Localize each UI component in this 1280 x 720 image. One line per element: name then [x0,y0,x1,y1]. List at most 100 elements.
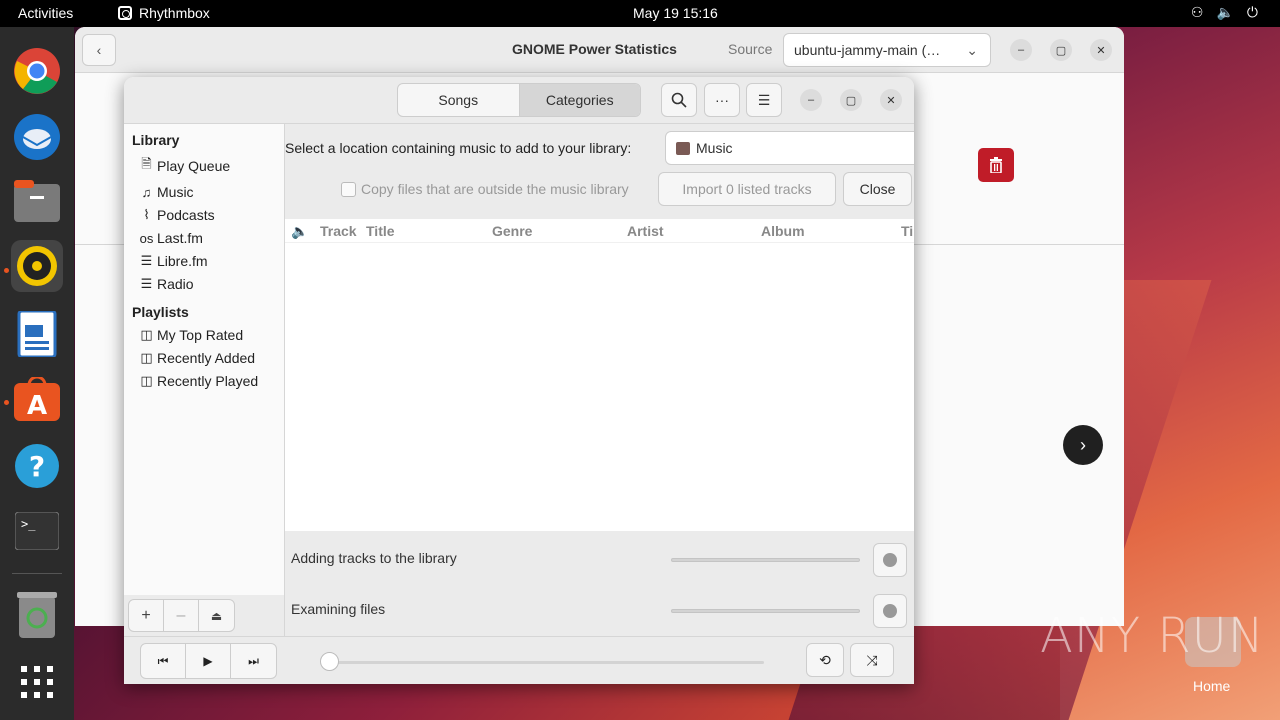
shuffle-icon: ⤨ [866,651,878,668]
column-track[interactable]: Track [320,223,357,239]
column-title[interactable]: Title [366,223,395,239]
maximize-icon: ▢ [845,94,857,107]
repeat-button[interactable]: ⟲ [806,643,844,677]
column-time[interactable]: Ti [901,223,913,239]
svg-text:?: ? [29,450,45,483]
trash-icon[interactable] [11,589,63,641]
sidebar-item-recently-added[interactable]: ◫ Recently Added [139,350,284,366]
source-value: ubuntu-jammy-main (… [794,42,941,58]
lastfm-icon: os [139,230,154,246]
column-artist[interactable]: Artist [627,223,664,239]
import-panel: Select a location containing music to ad… [285,124,914,636]
remove-button[interactable]: – [164,600,199,631]
close-icon: ✕ [1096,44,1106,57]
activities-button[interactable]: Activities [18,5,73,21]
location-label: Select a location containing music to ad… [285,140,632,156]
help-icon[interactable]: ? [11,440,63,492]
transport-controls: ⏮ ▶ ⏭ [140,643,277,679]
add-playlist-button[interactable]: + [129,600,164,631]
app-name: Rhythmbox [139,5,210,21]
playback-toolbar: ⏮ ▶ ⏭ ⟲ ⤨ [124,636,914,684]
maximize-icon: ▢ [1055,44,1067,57]
next-page-button[interactable]: › [1063,425,1103,465]
sidebar-item-radio[interactable]: ☰ Radio [139,276,284,292]
queue-icon: 🗎 [141,156,152,171]
play-icon: ▶ [203,654,213,668]
progress-bar [671,609,860,613]
playlists-heading: Playlists [132,304,189,320]
dock-separator [12,573,62,574]
sidebar-item-play-queue[interactable]: 🗎 Play Queue [139,155,284,177]
column-album[interactable]: Album [761,223,805,239]
previous-button[interactable]: ⏮ [141,644,186,678]
sidebar-item-recently-played[interactable]: ◫ Recently Played [139,373,284,389]
close-import-button[interactable]: Close [843,172,912,206]
next-button[interactable]: ⏭ [231,644,276,678]
more-button[interactable]: ··· [704,83,740,117]
clock[interactable]: May 19 15:16 [633,5,718,21]
play-button[interactable]: ▶ [186,644,231,678]
sidebar-item-label: Recently Played [157,373,259,389]
minimize-button[interactable]: – [1010,39,1032,61]
sidebar-item-label: Podcasts [157,207,215,223]
terminal-icon[interactable]: >_ [11,505,63,557]
plus-icon: + [141,606,151,624]
back-button[interactable]: ‹ [82,34,116,66]
sidebar-item-label: Last.fm [157,230,203,246]
home-label[interactable]: Home [1193,678,1230,694]
track-list[interactable]: 🔈 Track Title Genre Artist Album Ti [285,219,914,531]
tab-categories[interactable]: Categories [518,84,640,116]
sidebar-item-label: Libre.fm [157,253,208,269]
progress-row-adding: Adding tracks to the library [285,531,914,589]
tab-songs[interactable]: Songs [398,84,519,116]
smart-playlist-icon: ◫ [140,350,153,365]
app-grid-icon[interactable] [11,656,63,708]
track-list-header: 🔈 Track Title Genre Artist Album Ti [285,219,914,243]
minus-icon: – [176,606,186,624]
stop-button[interactable] [873,543,907,577]
stop-button[interactable] [873,594,907,628]
smart-playlist-icon: ◫ [140,327,153,342]
sidebar-item-lastfm[interactable]: os Last.fm [139,230,284,246]
speaker-icon: 🔈 [291,223,309,239]
delete-button[interactable] [978,148,1014,182]
maximize-button[interactable]: ▢ [840,89,862,111]
sidebar-item-label: My Top Rated [157,327,244,343]
rss-icon: ⌇ [143,207,150,222]
close-button[interactable]: ✕ [880,89,902,111]
rhythmbox-icon[interactable] [11,240,63,292]
sidebar-item-music[interactable]: ♫ Music [139,184,284,200]
ellipsis-icon: ··· [715,92,729,108]
maximize-button[interactable]: ▢ [1050,39,1072,61]
close-button[interactable]: ✕ [1090,39,1112,61]
search-button[interactable] [661,83,697,117]
minimize-button[interactable]: – [800,89,822,111]
seek-handle[interactable] [320,652,339,671]
sidebar-item-my-top-rated[interactable]: ◫ My Top Rated [139,327,284,343]
eject-icon: ⏏ [210,608,223,623]
running-indicator [4,268,9,273]
sidebar-item-podcasts[interactable]: ⌇ Podcasts [139,207,284,223]
app-center-icon[interactable]: A [11,373,63,425]
sidebar-item-librefm[interactable]: ☰ Libre.fm [139,253,284,269]
progress-bar [671,558,860,562]
location-chooser[interactable]: Music [665,131,914,165]
source-label: Source [728,41,773,57]
system-tray[interactable]: ⚇ 🔈 ⏻ [1191,4,1258,21]
copy-files-checkbox[interactable]: Copy files that are outside the music li… [341,181,629,197]
files-icon[interactable] [11,175,63,227]
thunderbird-icon[interactable] [11,110,63,162]
import-button[interactable]: Import 0 listed tracks [658,172,836,206]
writer-icon[interactable] [11,308,63,360]
seek-bar[interactable] [330,661,764,664]
eject-button[interactable]: ⏏ [199,600,234,631]
column-genre[interactable]: Genre [492,223,532,239]
source-dropdown[interactable]: ubuntu-jammy-main (… ⌄ [783,33,991,67]
checkbox-box[interactable] [341,181,356,197]
app-menu[interactable]: Rhythmbox [118,5,210,21]
chevron-down-icon: ⌄ [966,42,978,58]
svg-text:A: A [27,391,47,421]
chrome-icon[interactable] [11,45,63,97]
shuffle-button[interactable]: ⤨ [850,643,894,677]
main-menu-button[interactable]: ☰ [746,83,782,117]
